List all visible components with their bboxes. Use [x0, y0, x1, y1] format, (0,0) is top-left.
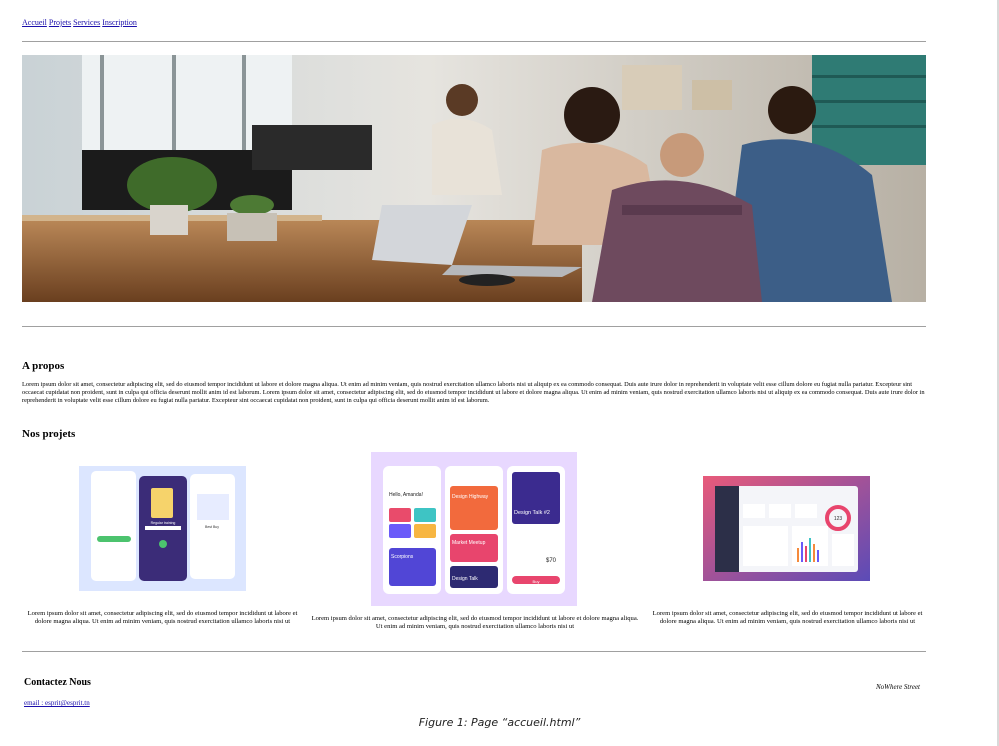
p2-label-design-talk: Design Talk [452, 576, 478, 582]
office-photo [22, 55, 926, 302]
divider-top [22, 41, 926, 42]
p2-label-hello: Hello, Amanda! [389, 492, 423, 498]
p2-label-design-highway: Design Highway [452, 494, 489, 500]
contact-email-link[interactable]: email : esprit@esprit.tn [24, 699, 90, 707]
hero-image [22, 55, 926, 302]
project-caption-1: Lorem ipsum dolor sit amet, consectetur … [27, 610, 298, 626]
project-image-1: Regular training Best Buy [79, 466, 246, 591]
divider-hero [22, 326, 926, 327]
project-image-3: 123 [703, 476, 870, 581]
divider-footer [22, 651, 926, 652]
about-title: A propos [22, 360, 65, 372]
p2-label-scorpions: Scorpions [391, 554, 414, 560]
p3-donut-value: 123 [834, 516, 843, 522]
nav-link-services[interactable]: Services [73, 18, 100, 27]
project-caption-2: Lorem ipsum dolor sit amet, consectetur … [311, 615, 639, 631]
contact-title: Contactez Nous [24, 677, 91, 688]
projects-title: Nos projets [22, 428, 76, 440]
project-image-2: Hello, Amanda! Design Highway Design Tal… [371, 452, 577, 606]
p1-label-a: Regular training [151, 521, 176, 525]
nav-link-projets[interactable]: Projets [49, 18, 71, 27]
top-nav: Accueil Projets Services Inscription [22, 18, 139, 27]
project-caption-3: Lorem ipsum dolor sit amet, consectetur … [652, 610, 923, 626]
nav-link-accueil[interactable]: Accueil [22, 18, 47, 27]
contact-address: NoWhere Street [876, 683, 920, 691]
about-paragraph: Lorem ipsum dolor sit amet, consectetur … [22, 381, 925, 404]
p2-label-price: $70 [546, 558, 557, 564]
figure-caption: Figure 1: Page “accueil.html” [418, 716, 581, 729]
p2-label-design-talk-2: Design Talk #2 [514, 510, 550, 516]
p1-label-b: Best Buy [205, 525, 219, 529]
p2-label-buy: Buy [533, 579, 540, 584]
nav-link-inscription[interactable]: Inscription [102, 18, 137, 27]
p2-label-market-meetup: Market Meetup [452, 540, 486, 546]
